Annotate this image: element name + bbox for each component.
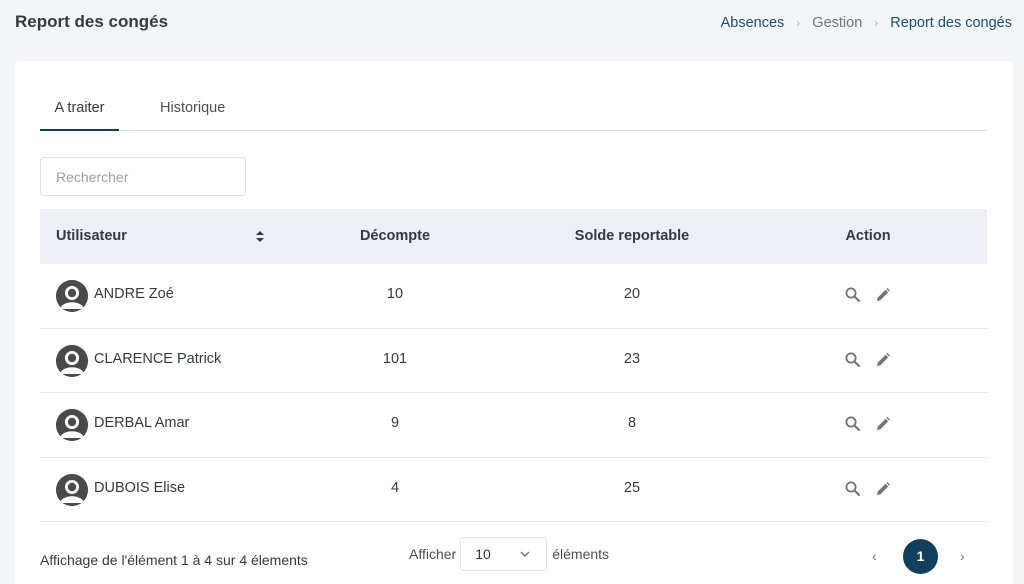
- pencil-icon[interactable]: [874, 480, 892, 498]
- table-info: Affichage de l'élément 1 à 4 sur 4 éleme…: [40, 552, 308, 568]
- avatar: [56, 344, 88, 377]
- pagination-previous[interactable]: ‹: [872, 548, 877, 564]
- breadcrumb-gestion[interactable]: Gestion: [812, 15, 862, 31]
- page-length-prefix: Afficher: [409, 546, 457, 562]
- decompte-value: 9: [390, 415, 400, 431]
- table-body: ANDRE Zoé 10 20 CLARENCE Patrick 101 23 DERBAL…: [40, 264, 987, 522]
- sort-icon[interactable]: [256, 231, 264, 242]
- user-avatar-icon: [56, 473, 88, 506]
- tab-a-traiter[interactable]: A traiter: [40, 91, 119, 131]
- solde-value: 8: [627, 415, 637, 431]
- user-name[interactable]: ANDRE Zoé: [94, 286, 174, 302]
- solde-value: 25: [623, 479, 641, 496]
- column-header-decompte: Décompte: [359, 228, 431, 244]
- solde-value: 20: [623, 286, 641, 302]
- column-header-utilisateur[interactable]: Utilisateur: [56, 228, 127, 244]
- search-icon[interactable]: [844, 286, 862, 304]
- page-length: Afficher 10 éléments: [409, 537, 609, 571]
- decompte-value: 10: [386, 286, 404, 302]
- user-name[interactable]: DUBOIS Elise: [94, 480, 185, 496]
- table-row: DERBAL Amar 9 8: [40, 393, 987, 458]
- decompte-value: 101: [382, 350, 408, 367]
- tab-historique[interactable]: Historique: [160, 100, 225, 116]
- table-row: CLARENCE Patrick 101 23: [40, 329, 987, 393]
- breadcrumb-current: Report des congés: [890, 15, 1012, 31]
- chevron-right-icon: ›: [796, 16, 801, 30]
- user-avatar-icon: [56, 280, 88, 312]
- user-avatar-icon: [56, 409, 88, 441]
- user-avatar-icon: [56, 344, 88, 377]
- page-length-value: 10: [475, 546, 491, 562]
- pagination-next[interactable]: ›: [960, 548, 965, 564]
- user-name[interactable]: CLARENCE Patrick: [94, 351, 221, 367]
- chevron-right-icon: ›: [874, 16, 879, 30]
- breadcrumb: Absences › Gestion › Report des congés: [721, 15, 1012, 31]
- table-row: DUBOIS Elise 4 25: [40, 458, 987, 522]
- breadcrumb-absences[interactable]: Absences: [721, 15, 785, 31]
- search-icon[interactable]: [844, 351, 862, 369]
- column-header-solde: Solde reportable: [574, 228, 690, 244]
- users-table: Utilisateur Décompte Solde reportable Ac…: [40, 209, 987, 522]
- pencil-icon[interactable]: [874, 415, 892, 433]
- page-length-suffix: éléments: [552, 546, 610, 562]
- solde-value: 23: [623, 350, 641, 367]
- avatar: [56, 280, 88, 312]
- user-name[interactable]: DERBAL Amar: [94, 415, 189, 431]
- table-row: ANDRE Zoé 10 20: [40, 264, 987, 329]
- page-title: Report des congés: [15, 12, 169, 31]
- search-icon[interactable]: [844, 480, 862, 498]
- content-card: A traiter Historique Utilisateur Décompt…: [15, 61, 1013, 584]
- chevron-down-icon: [520, 551, 530, 557]
- pencil-icon[interactable]: [874, 286, 892, 304]
- avatar: [56, 409, 88, 441]
- avatar: [56, 473, 88, 506]
- pagination-page-current[interactable]: 1: [903, 539, 938, 574]
- table-header: Utilisateur Décompte Solde reportable Ac…: [40, 209, 987, 264]
- pencil-icon[interactable]: [874, 351, 892, 369]
- search-icon[interactable]: [844, 415, 862, 433]
- column-header-action: Action: [845, 228, 891, 244]
- search-input[interactable]: [40, 157, 246, 196]
- tab-bar: A traiter Historique: [40, 91, 987, 131]
- page-length-select[interactable]: 10: [460, 537, 548, 571]
- page-header: Report des congés Absences › Gestion › R…: [0, 0, 1024, 46]
- decompte-value: 4: [390, 479, 400, 496]
